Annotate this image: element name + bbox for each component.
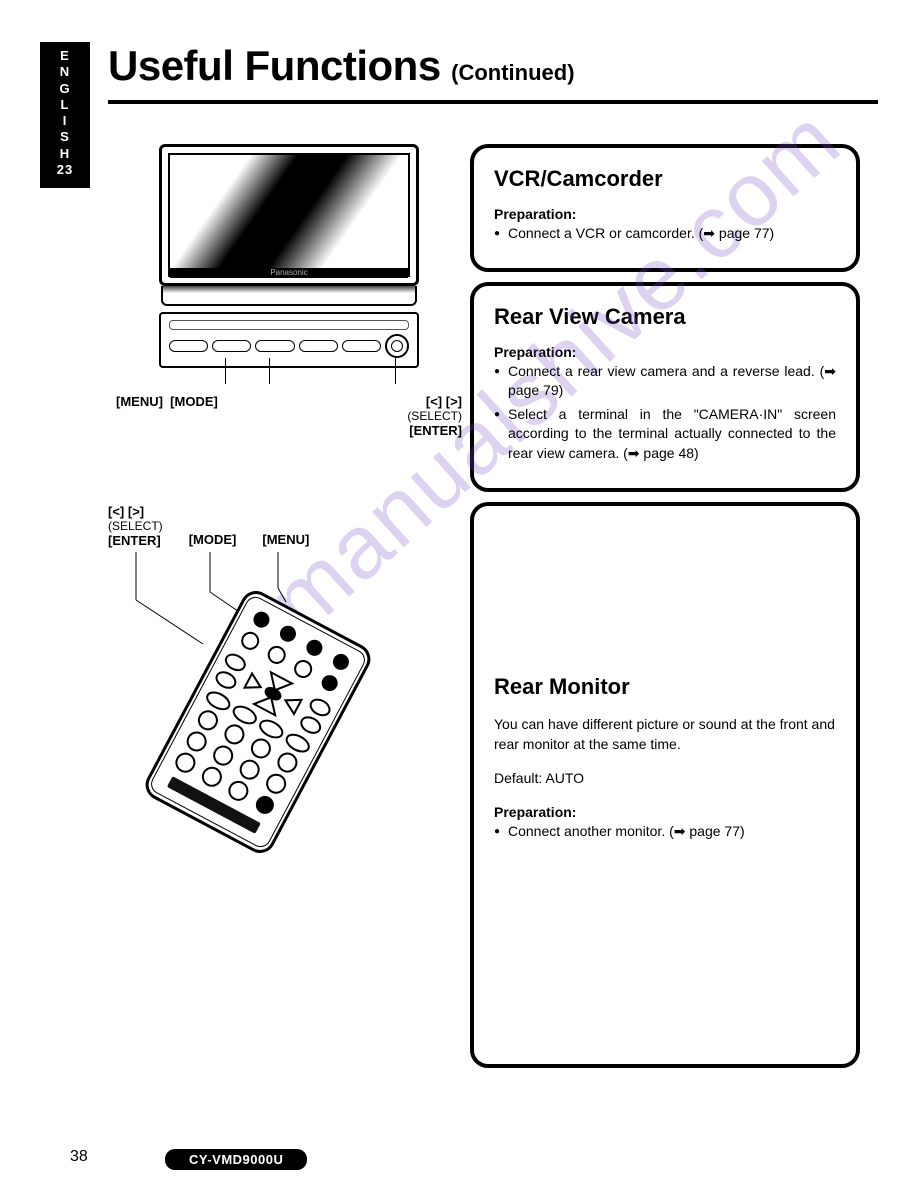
device-knob	[385, 334, 409, 358]
box-rear-monitor: Rear Monitor You can have different pict…	[470, 502, 860, 1068]
label-select-buttons: [<] [>]	[407, 394, 462, 409]
remote-control-illustration	[118, 552, 398, 872]
label-select: (SELECT)	[407, 409, 462, 423]
page-number: 38	[70, 1148, 88, 1166]
box-body-text: You can have different picture or sound …	[494, 714, 836, 755]
label-enter: [ENTER]	[407, 423, 462, 438]
box-title: Rear Monitor	[494, 674, 836, 700]
prep-item: Connect a rear view camera and a reverse…	[494, 362, 836, 401]
device-button-labels: [MENU] [MODE] [<] [>] (SELECT) [ENTER]	[108, 394, 470, 438]
model-badge: CY-VMD9000U	[165, 1149, 307, 1170]
title-rule	[108, 100, 878, 104]
box-vcr-camcorder: VCR/Camcorder Preparation: Connect a VCR…	[470, 144, 860, 272]
page-header: Useful Functions (Continued)	[108, 40, 878, 90]
box-rear-view-camera: Rear View Camera Preparation: Connect a …	[470, 282, 860, 492]
prep-item: Select a terminal in the "CAMERA·IN" scr…	[494, 405, 836, 464]
preparation-label: Preparation:	[494, 206, 836, 222]
head-unit-illustration: Panasonic	[159, 144, 419, 368]
page-title-sub: (Continued)	[451, 60, 574, 85]
label-mode: [MODE]	[170, 394, 218, 409]
page-title-main: Useful Functions	[108, 42, 441, 89]
remote-illustration-group: [<] [>] (SELECT) [ENTER] [MODE] [MENU]	[108, 504, 470, 872]
prep-item: Connect another monitor. (➡ page 77)	[494, 822, 836, 842]
box-default-text: Default: AUTO	[494, 768, 836, 788]
remote-label-mode: [MODE]	[189, 532, 237, 547]
preparation-label: Preparation:	[494, 344, 836, 360]
box-title: VCR/Camcorder	[494, 166, 836, 192]
remote-label-enter: [ENTER]	[108, 533, 163, 548]
remote-label-menu: [MENU]	[262, 532, 309, 547]
remote-label-select: (SELECT)	[108, 519, 163, 533]
box-title: Rear View Camera	[494, 304, 836, 330]
remote-label-selectbtn: [<] [>]	[108, 504, 163, 519]
prep-item: Connect a VCR or camcorder. (➡ page 77)	[494, 224, 836, 244]
preparation-label: Preparation:	[494, 804, 836, 820]
label-menu: [MENU]	[116, 394, 163, 409]
device-brand-label: Panasonic	[170, 268, 408, 278]
